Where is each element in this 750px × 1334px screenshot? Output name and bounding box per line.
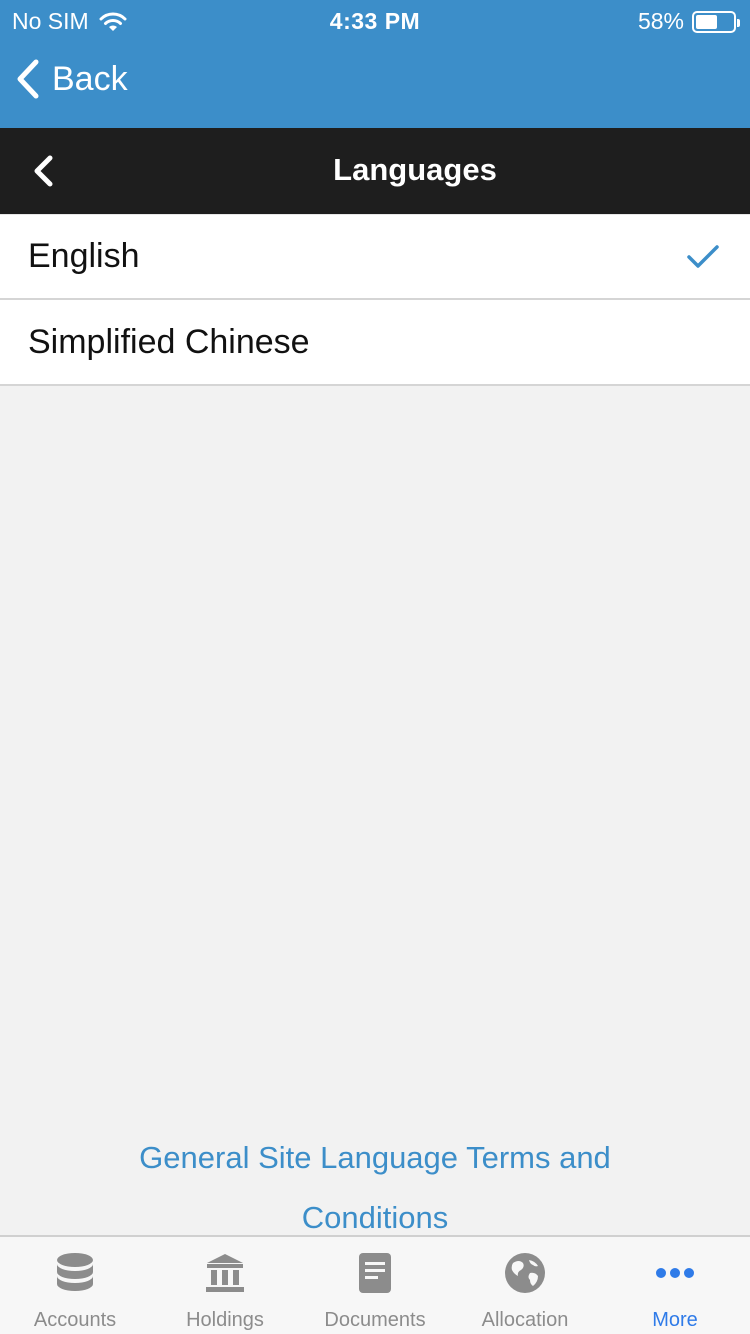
terms-link[interactable]: General Site Language Terms and Conditio…: [100, 1128, 650, 1248]
battery-icon: [692, 10, 740, 33]
chevron-left-icon: [17, 59, 39, 99]
battery-fill: [696, 14, 717, 29]
language-label: Simplified Chinese: [28, 322, 310, 361]
database-icon: [57, 1253, 93, 1291]
checkmark-icon: [687, 244, 719, 268]
tab-label: Accounts: [33, 1309, 117, 1331]
tab-label: Holdings: [186, 1309, 264, 1331]
tab-allocation[interactable]: Allocation: [450, 1237, 600, 1334]
back-button[interactable]: Back: [14, 58, 128, 100]
tab-documents[interactable]: Documents: [300, 1237, 450, 1334]
language-item-simplified-chinese[interactable]: Simplified Chinese: [0, 300, 750, 386]
battery-tip: [737, 18, 740, 27]
page-header: Languages: [0, 128, 750, 214]
page-title: Languages: [333, 152, 497, 187]
status-right: 58%: [637, 8, 740, 35]
language-list: English Simplified Chinese: [0, 214, 750, 386]
tab-label: Allocation: [481, 1309, 569, 1331]
tab-label: More: [652, 1309, 698, 1331]
top-nav-bar: No SIM 4:33 PM 58% Back: [0, 0, 750, 128]
tab-accounts[interactable]: Accounts: [0, 1237, 150, 1334]
battery-percent: 58%: [637, 8, 684, 34]
bank-icon: [206, 1254, 244, 1292]
globe-icon: [505, 1253, 545, 1293]
more-icon: [656, 1268, 694, 1278]
tab-label: Documents: [324, 1309, 426, 1331]
document-icon: [359, 1253, 391, 1293]
language-item-english[interactable]: English: [0, 214, 750, 300]
language-label: English: [28, 237, 140, 275]
tab-bar: Accounts Holdings Documents Allocation M…: [0, 1235, 750, 1334]
status-bar: No SIM 4:33 PM 58%: [0, 0, 750, 42]
back-label: Back: [52, 59, 128, 98]
tab-holdings[interactable]: Holdings: [150, 1237, 300, 1334]
tab-more[interactable]: More: [600, 1237, 750, 1334]
